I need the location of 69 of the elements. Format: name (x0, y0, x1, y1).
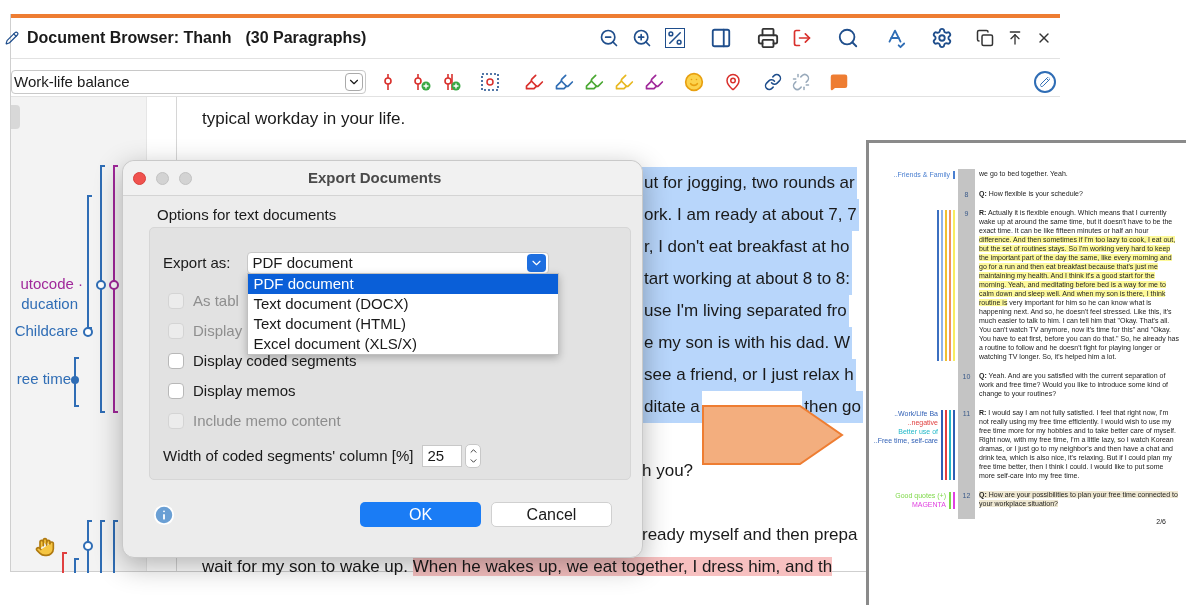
hand-icon (35, 537, 55, 557)
export-format-option[interactable]: Text document (DOCX) (247, 294, 558, 314)
export-format-option[interactable]: Text document (HTML) (247, 314, 558, 334)
document-text: use I'm living separated fro (642, 295, 849, 327)
checkbox-label: Include memo content (193, 410, 341, 431)
export-icon[interactable] (792, 28, 812, 48)
code-add-icon[interactable] (412, 72, 432, 92)
document-text: see a friend, or I just relax h (642, 359, 856, 391)
export-as-label: Export as: (163, 252, 231, 273)
width-label: Width of coded segments' column [%] (163, 445, 414, 466)
checkbox[interactable] (168, 383, 184, 399)
zoom-in-icon[interactable] (632, 28, 652, 48)
ok-button[interactable]: OK (360, 502, 481, 527)
document-text: typical workday in your life. (202, 109, 406, 128)
export-format-select[interactable]: PDF document (246, 252, 549, 274)
checkbox-label: As tabl (193, 290, 239, 311)
edit-icon[interactable] (1034, 71, 1056, 93)
percent-icon[interactable] (665, 28, 685, 48)
cancel-button[interactable]: Cancel (491, 502, 612, 527)
code-label[interactable]: Childcare (14, 320, 78, 343)
highlighter-icon[interactable] (524, 72, 544, 92)
document-text: e my son is with his dad. W (642, 327, 852, 359)
width-input[interactable]: 25 (422, 445, 463, 467)
document-text: h you? (642, 460, 694, 482)
document-text: then go (802, 391, 863, 423)
document-text: ditate a (642, 391, 702, 423)
document-text: ut for jogging, two rounds ar (642, 167, 857, 199)
document-text: ork. I am ready at about 7, 7 (642, 199, 859, 231)
code-label[interactable]: ducation (21, 293, 78, 316)
checkbox[interactable] (168, 353, 184, 369)
window-subtitle: (30 Paragraphs) (245, 28, 367, 48)
stepper[interactable] (465, 444, 482, 468)
link-add-icon[interactable] (764, 73, 782, 91)
document-text: tart working at about 8 to 8: (642, 263, 852, 295)
checkbox-label: Display (193, 320, 243, 341)
paragraph-number-cell (958, 169, 975, 189)
checkbox-label: Display memos (193, 380, 296, 401)
document-text: wait for my son to wake up. (202, 557, 409, 576)
code-label[interactable]: ree time (16, 368, 71, 391)
document-text: ready myself and then prepa (642, 524, 858, 546)
panel-icon[interactable] (710, 27, 732, 49)
highlighter-icon[interactable] (554, 72, 574, 92)
decrement-icon[interactable] (468, 456, 479, 466)
highlighter-icon[interactable] (644, 72, 664, 92)
dropdown-caret-icon[interactable] (345, 73, 363, 91)
export-format-option[interactable]: PDF document (247, 274, 558, 294)
window-title: Document Browser: Thanh (27, 28, 232, 48)
search-icon[interactable] (837, 27, 859, 49)
printer-icon[interactable] (757, 27, 779, 49)
increment-icon[interactable] (468, 446, 479, 456)
dialog-title: Export Documents (308, 167, 442, 188)
pin-icon[interactable] (724, 73, 742, 91)
highlighter-icon[interactable] (584, 72, 604, 92)
pencil-icon (5, 31, 19, 45)
comment-icon[interactable] (830, 73, 848, 91)
document-text: r, I don't eat breakfast at ho (642, 231, 852, 263)
settings-icon[interactable] (931, 27, 953, 49)
group-label: Options for text documents (157, 206, 338, 224)
window-restore-icon[interactable] (976, 29, 994, 47)
zoom-out-icon[interactable] (599, 28, 619, 48)
code-add-multiple-icon[interactable] (442, 72, 462, 92)
collapse-icon[interactable] (1007, 30, 1023, 46)
document-text: When he wakes up, we eat together, I dress him, and th (412, 557, 833, 576)
code-label[interactable]: utocode · (20, 273, 83, 296)
collapse-handle[interactable] (11, 105, 20, 129)
close-window-icon[interactable] (133, 171, 146, 185)
dotted-selection-icon[interactable] (480, 72, 500, 92)
code-selector-field[interactable]: Work-life balance (11, 70, 366, 94)
info-icon[interactable] (153, 503, 175, 526)
